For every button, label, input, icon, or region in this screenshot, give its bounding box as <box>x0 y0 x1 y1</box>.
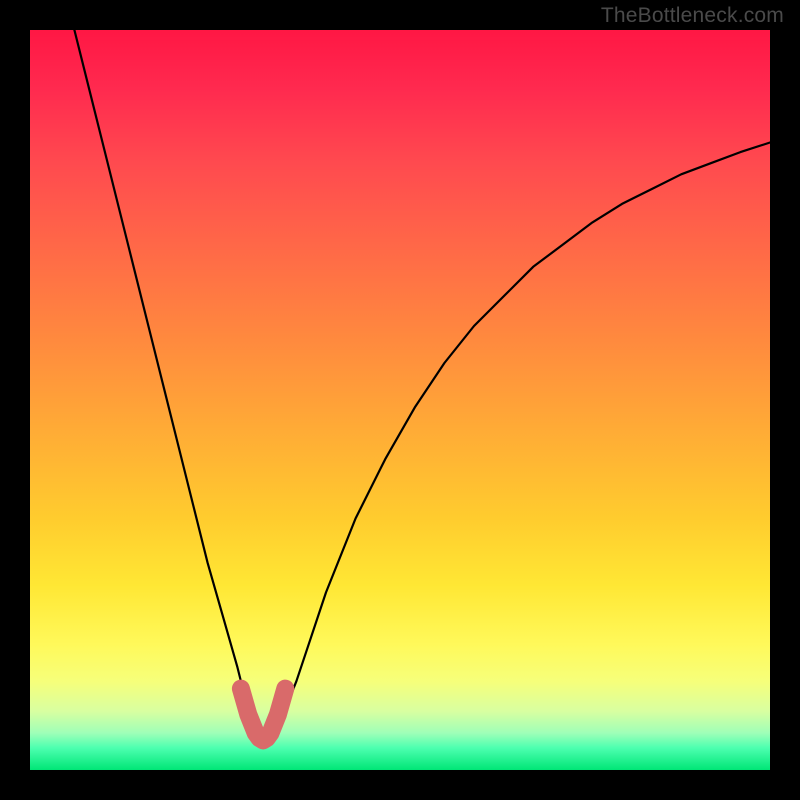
valley-highlight <box>241 689 285 741</box>
watermark-text: TheBottleneck.com <box>601 4 784 28</box>
chart-overlay <box>30 30 770 770</box>
bottleneck-curve <box>74 30 770 740</box>
chart-frame: TheBottleneck.com <box>0 0 800 800</box>
